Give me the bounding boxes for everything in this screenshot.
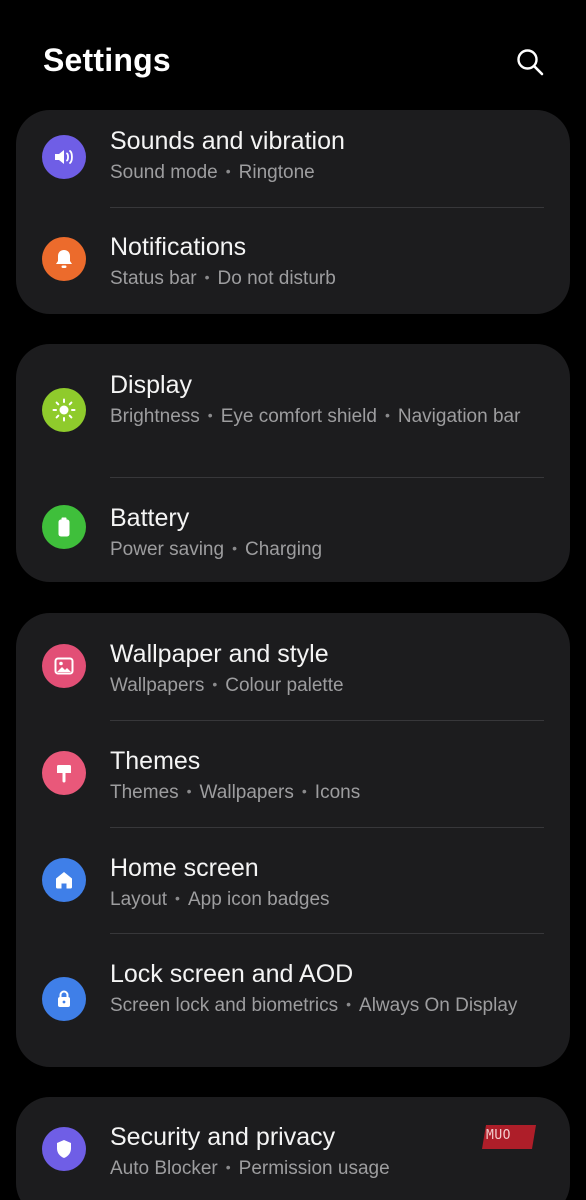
- item-subtitle-part: Icons: [314, 782, 361, 803]
- item-subtitle-part: Status bar: [110, 268, 197, 289]
- item-title: Lock screen and AOD: [110, 960, 354, 988]
- item-subtitle: Sound mode • Ringtone: [110, 162, 315, 183]
- speaker-icon: [55, 150, 73, 164]
- muo-watermark: MUO: [480, 1123, 538, 1151]
- home-icon: [56, 872, 72, 889]
- menu-item-home-screen[interactable]: Home screen Layout • App icon badges: [16, 828, 570, 934]
- menu-item-notifications[interactable]: Notifications Status bar • Do not disturb: [16, 208, 570, 314]
- item-subtitle: Power saving • Charging: [110, 539, 323, 560]
- item-subtitle-part: Ringtone: [238, 162, 315, 183]
- item-subtitle: Screen lock and biometrics • Always On Dis…: [110, 995, 518, 1016]
- item-title: Wallpaper and style: [110, 640, 329, 668]
- item-subtitle: Wallpapers • Colour palette: [110, 675, 344, 696]
- item-title: Notifications: [110, 233, 247, 261]
- search-button[interactable]: [512, 44, 548, 80]
- battery-icon: [58, 517, 70, 537]
- item-subtitle-part: Always On Display: [359, 995, 518, 1016]
- app-header: Settings: [0, 0, 586, 110]
- menu-item-lock-screen-and-aod[interactable]: Lock screen and AOD Screen lock and biom…: [16, 934, 570, 1067]
- menu-item-themes[interactable]: Themes Themes • Wallpapers • Icons: [16, 721, 570, 827]
- menu-item-wallpaper-and-style[interactable]: Wallpaper and style Wallpapers • Colour pa…: [16, 613, 570, 720]
- item-subtitle-part: Power saving: [110, 539, 225, 560]
- item-subtitle-part: Wallpapers: [110, 675, 205, 696]
- item-subtitle-part: Screen lock and biometrics: [110, 995, 339, 1016]
- item-subtitle-part: Auto Blocker: [110, 1158, 218, 1179]
- item-subtitle-part: Permission usage: [238, 1158, 390, 1179]
- item-subtitle: Themes • Wallpapers • Icons: [110, 782, 361, 803]
- menu-item-display[interactable]: Display Brightness • Eye comfort shield • Na…: [16, 344, 570, 477]
- item-subtitle-part: Sound mode: [110, 162, 218, 183]
- settings-group-personalisation: Wallpaper and style Wallpapers • Colour pa…: [16, 613, 570, 1067]
- item-title: Home screen: [110, 854, 259, 882]
- settings-group-sound-notifications: Sounds and vibration Sound mode • Ringtone…: [16, 110, 570, 314]
- item-subtitle-part: Colour palette: [225, 675, 344, 696]
- item-subtitle: Layout • App icon badges: [110, 889, 330, 910]
- battery-icon-badge: [42, 505, 86, 549]
- item-title: Sounds and vibration: [110, 127, 345, 155]
- item-title: Display: [110, 371, 192, 399]
- lock-icon-badge: [42, 977, 86, 1021]
- lock-icon: [58, 990, 70, 1007]
- item-subtitle: Status bar • Do not disturb: [110, 268, 336, 289]
- brightness-icon-badge: [42, 388, 86, 432]
- item-subtitle-part: App icon badges: [187, 889, 330, 910]
- item-subtitle: Auto Blocker • Permission usage: [110, 1158, 390, 1179]
- item-subtitle-part: Wallpapers: [199, 782, 294, 803]
- page-title: Settings: [43, 42, 171, 78]
- item-subtitle-part: Eye comfort shield: [220, 406, 377, 427]
- paint-brush-icon-badge: [42, 751, 86, 795]
- menu-item-sounds-and-vibration[interactable]: Sounds and vibration Sound mode • Ringtone: [16, 110, 570, 208]
- speaker-icon-badge: [42, 135, 86, 179]
- shield-icon-badge: [42, 1127, 86, 1171]
- paint-brush-icon: [57, 765, 71, 783]
- item-title: Themes: [110, 747, 201, 775]
- home-icon-badge: [42, 858, 86, 902]
- item-subtitle: Brightness • Eye comfort shield • Navigation…: [110, 406, 521, 427]
- watermark-text: MUO: [486, 1128, 511, 1143]
- image-icon-badge: [42, 644, 86, 688]
- item-subtitle-part: Themes: [110, 782, 179, 803]
- item-subtitle-part: Navigation bar: [397, 406, 521, 427]
- menu-item-battery[interactable]: Battery Power saving • Charging: [16, 478, 570, 582]
- settings-group-display-battery: Display Brightness • Eye comfort shield • Na…: [16, 344, 570, 582]
- item-subtitle-part: Charging: [244, 539, 323, 560]
- bell-icon: [56, 250, 72, 268]
- item-title: Battery: [110, 504, 190, 532]
- brightness-icon: [52, 398, 76, 422]
- item-subtitle-part: Layout: [110, 889, 168, 910]
- item-subtitle-part: Brightness: [110, 406, 200, 427]
- bell-icon-badge: [42, 237, 86, 281]
- search-icon: [517, 49, 544, 76]
- item-subtitle-part: Do not disturb: [217, 268, 336, 289]
- image-icon: [54, 657, 74, 675]
- shield-icon: [57, 1140, 71, 1158]
